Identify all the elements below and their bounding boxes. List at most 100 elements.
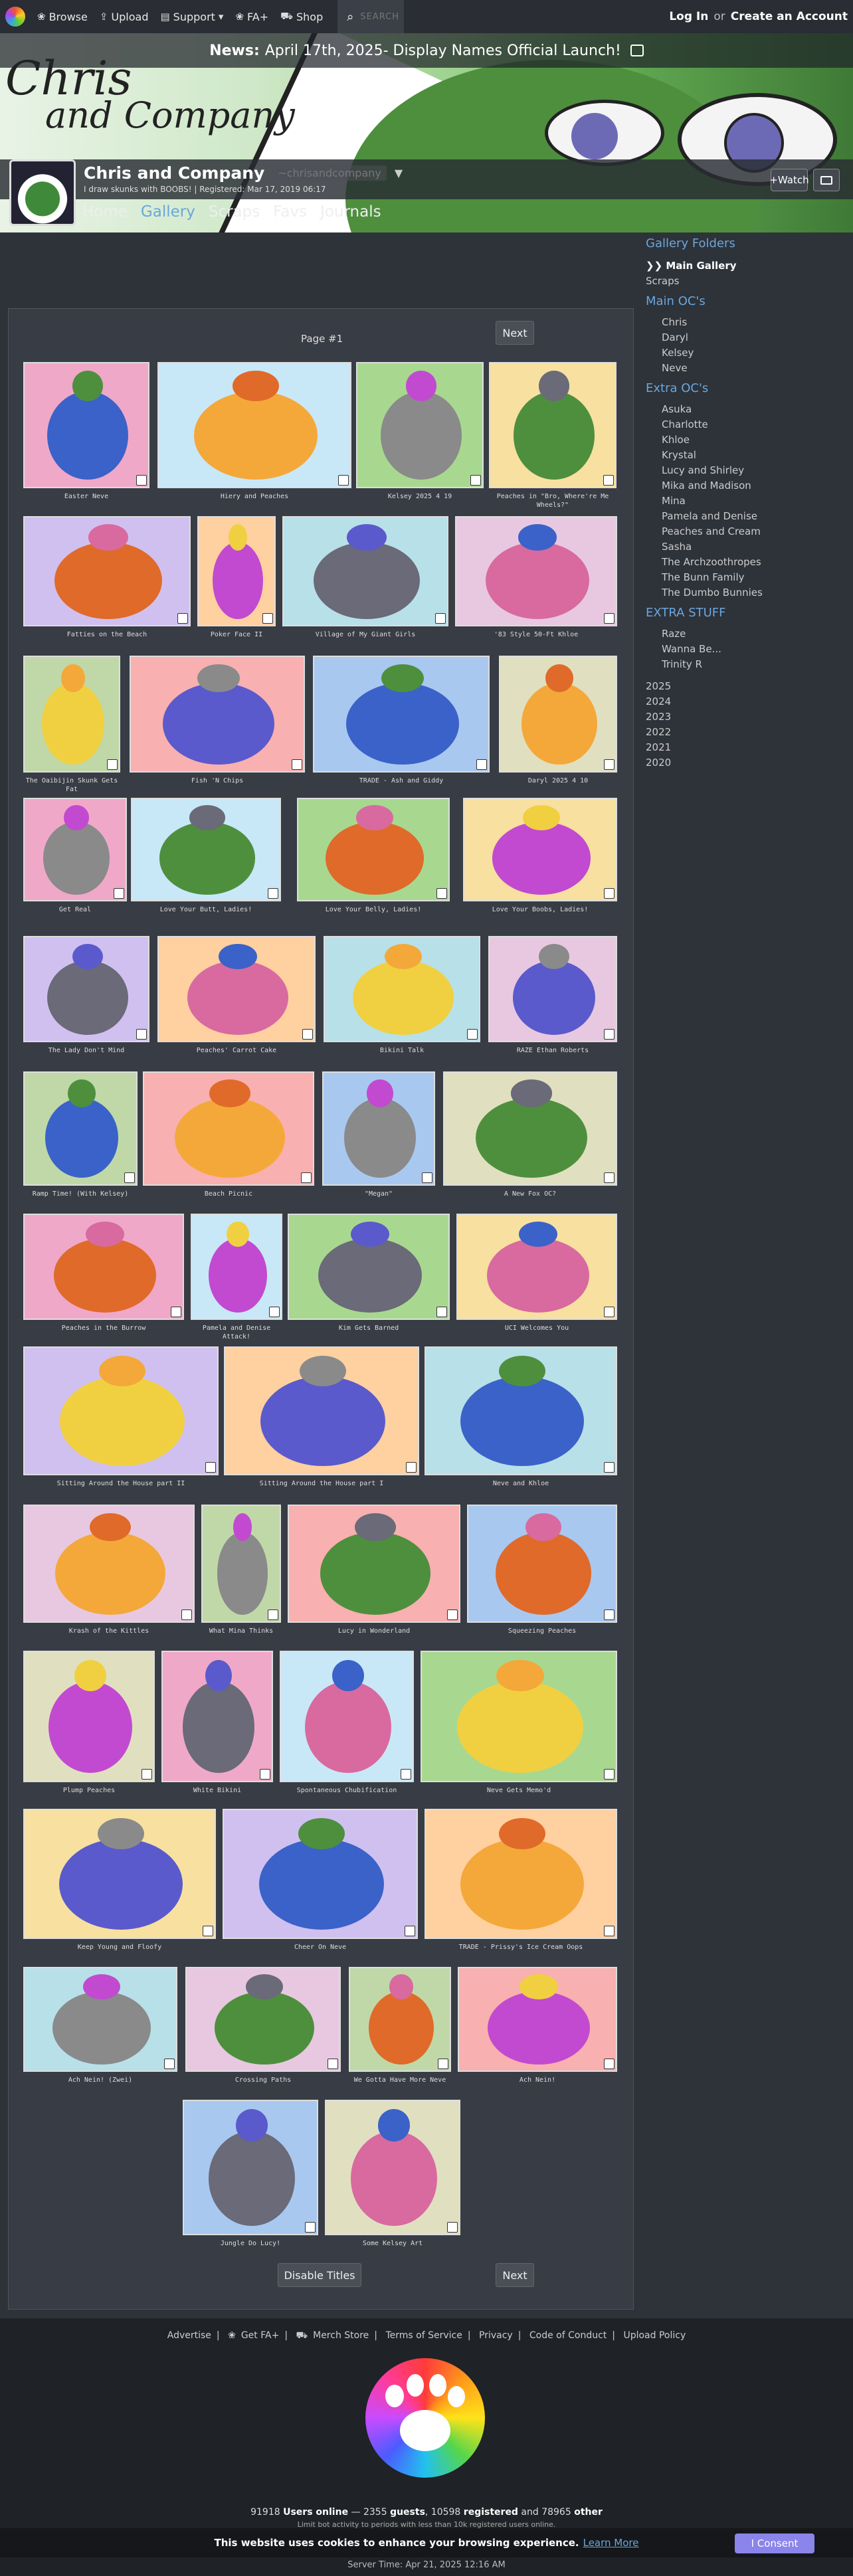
folder-bunn-family[interactable]: The Bunn Family <box>646 570 845 585</box>
gallery-thumbnail[interactable] <box>280 1651 414 1782</box>
gallery-item-title[interactable]: Ach Nein! <box>458 2076 617 2084</box>
gallery-item[interactable]: Pamela and Denise Attack! <box>191 1214 282 1340</box>
folder-sasha[interactable]: Sasha <box>646 539 845 555</box>
gallery-item-title[interactable]: Neve and Khloe <box>425 1479 617 1488</box>
gallery-thumbnail[interactable] <box>197 516 276 626</box>
disable-titles-button[interactable]: Disable Titles <box>278 2263 361 2287</box>
gallery-item-title[interactable]: TRADE - Ash and Giddy <box>313 777 490 785</box>
gallery-thumbnail[interactable] <box>421 1651 617 1782</box>
gallery-item[interactable]: White Bikini <box>161 1651 273 1802</box>
gallery-item-title[interactable]: UCI Welcomes You <box>456 1324 617 1333</box>
gallery-item-title[interactable]: Ramp Time! (With Kelsey) <box>23 1190 138 1198</box>
gallery-item[interactable]: Krash of the Kittles <box>23 1505 195 1643</box>
gallery-item[interactable]: Keep Young and Floofy <box>23 1809 216 1959</box>
folder-lucy-and-shirley[interactable]: Lucy and Shirley <box>646 463 845 478</box>
gallery-thumbnail[interactable] <box>23 1505 195 1623</box>
folder-main-gallery[interactable]: ❯❯ Main Gallery <box>646 258 845 274</box>
gallery-item-title[interactable]: Pamela and Denise Attack! <box>191 1324 282 1341</box>
gallery-item-title[interactable]: We Gotta Have More Neve <box>349 2076 451 2084</box>
gallery-item[interactable]: Love Your Belly, Ladies! <box>297 798 450 921</box>
gallery-item[interactable]: Neve and Khloe <box>425 1346 617 1495</box>
nav-upload[interactable]: ⇪ Upload <box>100 11 149 23</box>
folder-wanna-be[interactable]: Wanna Be... <box>646 642 845 657</box>
year-2023[interactable]: 2023 <box>646 709 845 725</box>
footer-privacy[interactable]: Privacy <box>479 2330 513 2341</box>
gallery-item[interactable]: Poker Face II <box>197 516 276 646</box>
consent-button[interactable]: I Consent <box>735 2533 814 2553</box>
gallery-thumbnail[interactable] <box>456 1214 617 1320</box>
gallery-item-title[interactable]: Village of My Giant Girls <box>282 630 448 639</box>
gallery-item[interactable]: '83 Style 50-Ft Khloe <box>455 516 617 646</box>
folder-chris[interactable]: Chris <box>646 315 845 330</box>
gallery-thumbnail[interactable] <box>297 798 450 901</box>
nav-browse[interactable]: ❀ Browse <box>37 11 88 23</box>
gallery-item[interactable]: Fatties on the Beach <box>23 516 191 646</box>
gallery-item-title[interactable]: A New Fox OC? <box>443 1190 617 1198</box>
gallery-item[interactable]: Lucy in Wonderland <box>288 1505 460 1643</box>
gallery-item[interactable]: Village of My Giant Girls <box>282 516 448 646</box>
gallery-thumbnail[interactable] <box>23 1967 177 2072</box>
watch-button[interactable]: +Watch <box>769 169 809 191</box>
gallery-item[interactable]: TRADE - Prissy's Ice Cream Oops <box>425 1809 617 1959</box>
gallery-item-title[interactable]: Daryl 2025 4 10 <box>499 777 617 785</box>
gallery-thumbnail[interactable] <box>201 1505 281 1623</box>
gallery-thumbnail[interactable] <box>489 362 616 488</box>
tab-home[interactable]: Home <box>82 203 128 221</box>
folder-charlotte[interactable]: Charlotte <box>646 417 845 432</box>
gallery-thumbnail[interactable] <box>349 1967 451 2072</box>
gallery-item[interactable]: Peaches in the Burrow <box>23 1214 184 1340</box>
gallery-thumbnail[interactable] <box>356 362 484 488</box>
gallery-item-title[interactable]: "Megan" <box>322 1190 435 1198</box>
gallery-item[interactable]: Beach Picnic <box>143 1071 314 1206</box>
gallery-thumbnail[interactable] <box>467 1505 617 1623</box>
folder-khloe[interactable]: Khloe <box>646 432 845 448</box>
gallery-thumbnail[interactable] <box>23 656 120 773</box>
gallery-item[interactable]: Peaches' Carrot Cake <box>157 936 316 1062</box>
gallery-item[interactable]: A New Fox OC? <box>443 1071 617 1206</box>
gallery-thumbnail[interactable] <box>324 936 480 1042</box>
gallery-thumbnail[interactable] <box>313 656 490 773</box>
gallery-thumbnail[interactable] <box>325 2100 460 2235</box>
gallery-thumbnail[interactable] <box>463 798 617 901</box>
gallery-item-title[interactable]: Poker Face II <box>197 630 276 639</box>
tab-favs[interactable]: Favs <box>273 203 307 221</box>
folder-archzoothropes[interactable]: The Archzoothropes <box>646 555 845 570</box>
folder-daryl[interactable]: Daryl <box>646 330 845 345</box>
gallery-thumbnail[interactable] <box>23 1346 219 1475</box>
gallery-item-title[interactable]: Squeezing Peaches <box>467 1627 617 1635</box>
gallery-item[interactable]: Cheer On Neve <box>223 1809 418 1959</box>
gallery-item-title[interactable]: Bikini Talk <box>324 1046 480 1055</box>
gallery-item-title[interactable]: Ach Nein! (Zwei) <box>23 2076 177 2084</box>
folder-neve[interactable]: Neve <box>646 361 845 376</box>
gallery-item[interactable]: Peaches in "Bro, Where're Me Wheels?" <box>489 362 616 509</box>
avatar[interactable] <box>9 159 76 226</box>
gallery-thumbnail[interactable] <box>23 362 149 488</box>
gallery-item[interactable]: Ach Nein! (Zwei) <box>23 1967 177 2092</box>
gallery-item-title[interactable]: Love Your Belly, Ladies! <box>297 905 450 914</box>
gallery-item[interactable]: The Lady Don't Mind <box>23 936 149 1062</box>
search-input[interactable] <box>360 11 399 22</box>
folder-dumbo-bunnies[interactable]: The Dumbo Bunnies <box>646 585 845 600</box>
folder-scraps[interactable]: Scraps <box>646 274 845 289</box>
gallery-item[interactable]: Hiery and Peaches <box>157 362 351 508</box>
gallery-item-title[interactable]: Fish 'N Chips <box>130 777 305 785</box>
login-link[interactable]: Log In <box>669 10 708 23</box>
gallery-thumbnail[interactable] <box>223 1809 418 1939</box>
gallery-thumbnail[interactable] <box>157 362 351 488</box>
gallery-thumbnail[interactable] <box>443 1071 617 1186</box>
footer-advertise[interactable]: Advertise <box>167 2330 211 2341</box>
search-box[interactable]: ⌕ <box>337 0 405 33</box>
footer-coc[interactable]: Code of Conduct <box>529 2330 607 2341</box>
gallery-item-title[interactable]: Some Kelsey Art <box>325 2239 460 2248</box>
gallery-item[interactable]: Kelsey 2025 4 19 <box>356 362 484 508</box>
year-2022[interactable]: 2022 <box>646 725 845 740</box>
gallery-item[interactable]: Neve Gets Memo'd <box>421 1651 617 1802</box>
gallery-item-title[interactable]: Love Your Butt, Ladies! <box>131 905 281 914</box>
folder-peaches-and-cream[interactable]: Peaches and Cream <box>646 524 845 539</box>
gallery-item-title[interactable]: Fatties on the Beach <box>23 630 191 639</box>
gallery-item[interactable]: Ach Nein! <box>458 1967 617 2092</box>
gallery-item[interactable]: UCI Welcomes You <box>456 1214 617 1340</box>
gallery-item-title[interactable]: '83 Style 50-Ft Khloe <box>455 630 617 639</box>
gallery-item[interactable]: Jungle Do Lucy! <box>183 2100 318 2255</box>
gallery-thumbnail[interactable] <box>157 936 316 1042</box>
